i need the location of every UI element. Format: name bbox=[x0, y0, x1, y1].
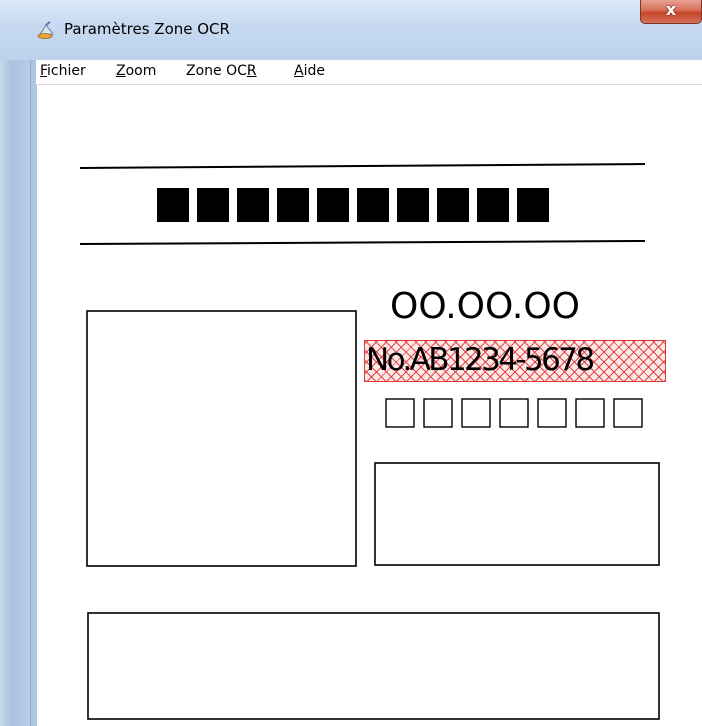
photo-frame bbox=[86, 310, 357, 567]
info-box bbox=[374, 462, 660, 566]
checkbox-square bbox=[537, 398, 567, 428]
title-block bbox=[317, 188, 349, 222]
title-block bbox=[197, 188, 229, 222]
title-block bbox=[397, 188, 429, 222]
checkbox-row bbox=[385, 398, 643, 428]
number-field-text: No.AB1234-5678 bbox=[366, 342, 595, 378]
title-block bbox=[237, 188, 269, 222]
checkbox-square bbox=[499, 398, 529, 428]
title-bottom-rule bbox=[79, 240, 646, 245]
checkbox-square bbox=[385, 398, 415, 428]
title-block bbox=[477, 188, 509, 222]
title-block bbox=[517, 188, 549, 222]
checkbox-square bbox=[613, 398, 643, 428]
title-block bbox=[157, 188, 189, 222]
checkbox-square bbox=[461, 398, 491, 428]
footer-box bbox=[87, 612, 660, 720]
checkbox-square bbox=[423, 398, 453, 428]
date-field-text: OO.OO.OO bbox=[390, 286, 580, 327]
title-block bbox=[357, 188, 389, 222]
title-block bbox=[277, 188, 309, 222]
title-top-rule bbox=[79, 163, 646, 169]
title-blocks bbox=[157, 188, 549, 222]
checkbox-square bbox=[575, 398, 605, 428]
title-block bbox=[437, 188, 469, 222]
